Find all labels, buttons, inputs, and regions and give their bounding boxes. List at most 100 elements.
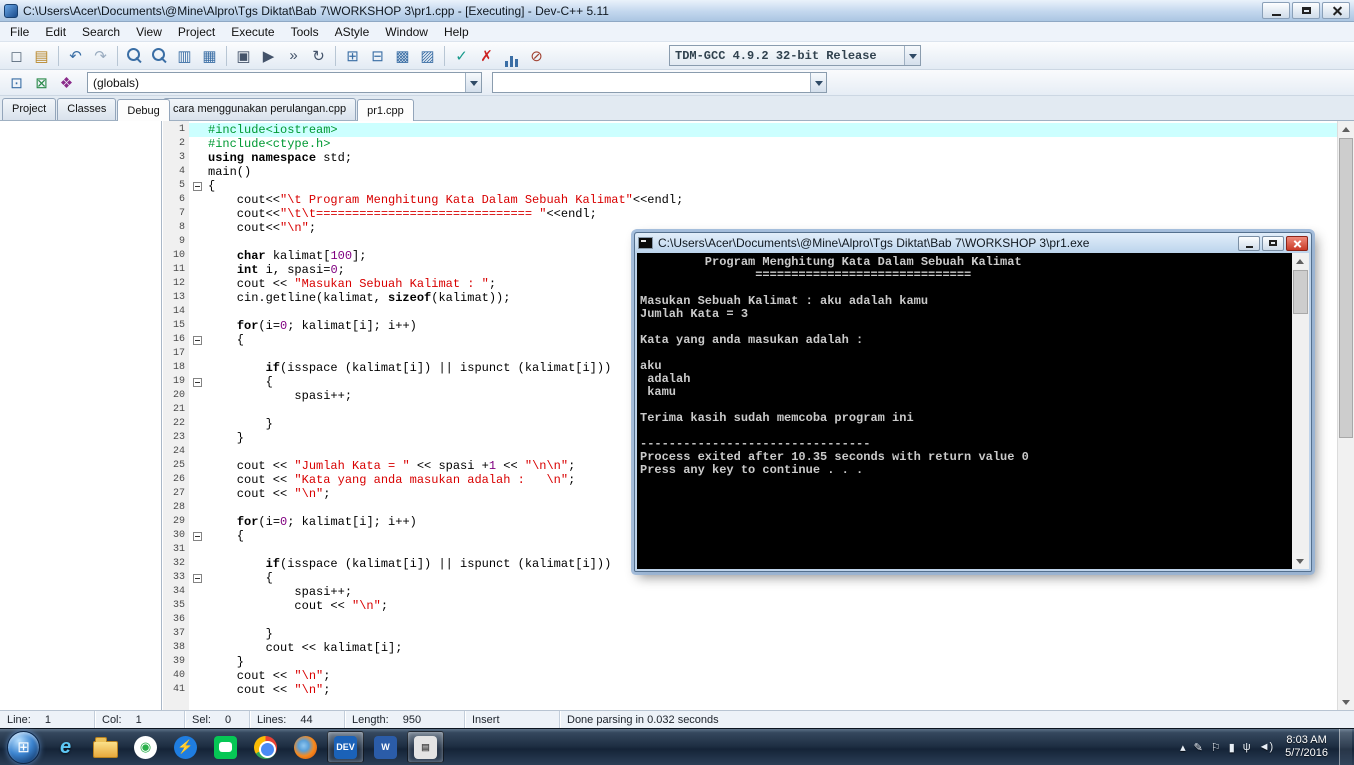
scroll-up-icon[interactable]	[1338, 121, 1354, 137]
show-desktop-button[interactable]	[1339, 728, 1352, 765]
code-line[interactable]: 5{	[163, 179, 1337, 193]
line-number[interactable]: 8	[163, 221, 189, 235]
taskbar-clock[interactable]: 8:03 AM 5/7/2016	[1283, 734, 1337, 760]
line-number[interactable]: 7	[163, 207, 189, 221]
usb-device-icon[interactable]: ψ	[1243, 741, 1251, 753]
taskbar-firefox[interactable]	[287, 731, 324, 763]
line-number[interactable]: 22	[163, 417, 189, 431]
taskbar-devcpp[interactable]: DEV	[327, 731, 364, 763]
maximize-button[interactable]	[1292, 2, 1320, 19]
rebuild-all-icon[interactable]: ↻	[306, 45, 331, 67]
taskbar-chrome[interactable]	[247, 731, 284, 763]
taskbar-messenger[interactable]: ⚡	[167, 731, 204, 763]
line-number[interactable]: 17	[163, 347, 189, 361]
taskbar-pr1-console[interactable]: ▤	[407, 731, 444, 763]
window-tile-icon[interactable]: ⊟	[365, 45, 390, 67]
chevron-down-icon[interactable]	[465, 73, 481, 92]
hidden-icons-arrow[interactable]: ▴	[1180, 741, 1186, 754]
line-number[interactable]: 32	[163, 557, 189, 571]
code-line[interactable]: 39 }	[163, 655, 1337, 669]
taskbar-word[interactable]: W	[367, 731, 404, 763]
view-classes-icon[interactable]: ⊠	[29, 72, 54, 94]
undo-icon[interactable]: ↶	[63, 45, 88, 67]
line-number[interactable]: 30	[163, 529, 189, 543]
menu-item-project[interactable]: Project	[170, 23, 223, 41]
line-number[interactable]: 27	[163, 487, 189, 501]
console-close-button[interactable]	[1286, 235, 1308, 251]
replace-icon[interactable]	[147, 45, 172, 67]
code-line[interactable]: 34 spasi++;	[163, 585, 1337, 599]
line-number[interactable]: 10	[163, 249, 189, 263]
line-number[interactable]: 18	[163, 361, 189, 375]
line-number[interactable]: 16	[163, 333, 189, 347]
fold-toggle-icon[interactable]	[192, 181, 202, 191]
taskbar-internet-explorer[interactable]: e	[47, 731, 84, 763]
find-in-files-icon[interactable]: ▥	[172, 45, 197, 67]
action-center-flag-icon[interactable]: ⚐	[1211, 741, 1221, 754]
new-file-icon[interactable]: ◻	[4, 45, 29, 67]
code-line[interactable]: 1 #include<iostream>	[163, 123, 1337, 137]
goto-line-icon[interactable]: ▦	[197, 45, 222, 67]
console-scrollbar[interactable]	[1292, 253, 1309, 569]
taskbar-green-app[interactable]: ◉	[127, 731, 164, 763]
scroll-down-icon[interactable]	[1338, 694, 1354, 710]
line-number[interactable]: 37	[163, 627, 189, 641]
editor-tab-2[interactable]: pr1.cpp	[357, 99, 414, 121]
line-number[interactable]: 41	[163, 683, 189, 697]
line-number[interactable]: 1	[163, 123, 189, 137]
console-scrollbar-thumb[interactable]	[1293, 270, 1308, 314]
line-number[interactable]: 3	[163, 151, 189, 165]
panel-tab-project[interactable]: Project	[2, 98, 57, 120]
taskbar-file-explorer[interactable]	[87, 731, 124, 763]
line-number[interactable]: 12	[163, 277, 189, 291]
chevron-down-icon[interactable]	[810, 73, 826, 92]
scroll-down-icon[interactable]	[1292, 553, 1308, 569]
line-number[interactable]: 20	[163, 389, 189, 403]
console-title-bar[interactable]: C:\Users\Acer\Documents\@Mine\Alpro\Tgs …	[635, 233, 1311, 253]
code-line[interactable]: 35 cout << "\n";	[163, 599, 1337, 613]
delete-profiling-icon[interactable]: ⊘	[524, 45, 549, 67]
pen-input-icon[interactable]: ✎	[1194, 741, 1203, 754]
battery-icon[interactable]: ▮	[1229, 741, 1235, 754]
line-number[interactable]: 39	[163, 655, 189, 669]
close-button[interactable]	[1322, 2, 1350, 19]
console-minimize-button[interactable]	[1238, 235, 1260, 251]
line-number[interactable]: 19	[163, 375, 189, 389]
code-line[interactable]: 3 using namespace std;	[163, 151, 1337, 165]
taskbar-line[interactable]	[207, 731, 244, 763]
fold-toggle-icon[interactable]	[192, 573, 202, 583]
code-line[interactable]: 40 cout << "\n";	[163, 669, 1337, 683]
window-layout-icon[interactable]: ▨	[415, 45, 440, 67]
abort-compile-icon[interactable]: ✗	[474, 45, 499, 67]
editor-scrollbar-thumb[interactable]	[1339, 138, 1353, 438]
globals-select[interactable]: (globals)	[87, 72, 482, 93]
line-number[interactable]: 15	[163, 319, 189, 333]
window-cascade-icon[interactable]: ▩	[390, 45, 415, 67]
line-number[interactable]: 28	[163, 501, 189, 515]
line-number[interactable]: 4	[163, 165, 189, 179]
console-window[interactable]: C:\Users\Acer\Documents\@Mine\Alpro\Tgs …	[634, 232, 1312, 572]
line-number[interactable]: 24	[163, 445, 189, 459]
code-line[interactable]: 4 main()	[163, 165, 1337, 179]
menu-item-window[interactable]: Window	[377, 23, 436, 41]
compile-icon[interactable]: ▣	[231, 45, 256, 67]
menu-item-edit[interactable]: Edit	[37, 23, 74, 41]
minimize-button[interactable]	[1262, 2, 1290, 19]
line-number[interactable]: 34	[163, 585, 189, 599]
line-number[interactable]: 23	[163, 431, 189, 445]
console-maximize-button[interactable]	[1262, 235, 1284, 251]
code-line[interactable]: 38 cout << kalimat[i];	[163, 641, 1337, 655]
line-number[interactable]: 14	[163, 305, 189, 319]
line-number[interactable]: 6	[163, 193, 189, 207]
project-new-icon[interactable]: ⊞	[340, 45, 365, 67]
menu-item-search[interactable]: Search	[74, 23, 128, 41]
code-line[interactable]: 36	[163, 613, 1337, 627]
fold-toggle-icon[interactable]	[192, 335, 202, 345]
menu-item-file[interactable]: File	[2, 23, 37, 41]
code-line[interactable]: 37 }	[163, 627, 1337, 641]
fold-toggle-icon[interactable]	[192, 531, 202, 541]
line-number[interactable]: 13	[163, 291, 189, 305]
menu-item-tools[interactable]: Tools	[283, 23, 327, 41]
line-number[interactable]: 40	[163, 669, 189, 683]
code-line[interactable]: 2 #include<ctype.h>	[163, 137, 1337, 151]
